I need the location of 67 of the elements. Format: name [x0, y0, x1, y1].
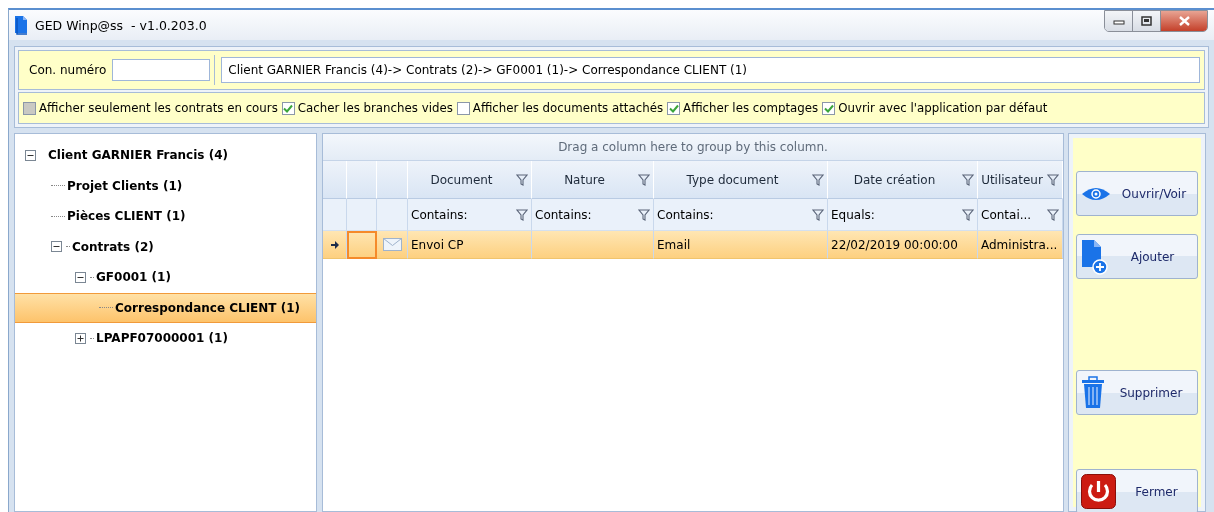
option-checkbox[interactable]: Cacher les branches vides: [281, 101, 453, 115]
table-cell: Email: [657, 237, 691, 252]
table-cell: 22/02/2019 00:00:00: [831, 237, 958, 252]
filter-icon[interactable]: [812, 173, 824, 186]
option-checkbox[interactable]: Afficher les comptages: [667, 101, 819, 115]
filter-cell[interactable]: Equals:: [828, 199, 978, 231]
filter-icon[interactable]: [516, 173, 528, 186]
filter-cell[interactable]: [323, 199, 347, 231]
close-icon: [1177, 15, 1191, 27]
column-header[interactable]: Nature: [532, 161, 654, 199]
tree-item[interactable]: Contrats (2): [15, 231, 316, 262]
breadcrumb-field[interactable]: Client GARNIER Francis (4)-> Contrats (2)-> GF0001 (1)-> Correspondance CLIENT (1): [221, 57, 1200, 83]
table-row[interactable]: Envoi CP Email 22/02/2019 00:00:00 Administra...: [323, 231, 1063, 259]
group-panel-hint: Drag a column here to group by this column.: [323, 134, 1063, 161]
trash-icon: [1081, 376, 1105, 409]
envelope-icon: [382, 238, 402, 251]
filter-cell[interactable]: [377, 199, 408, 231]
window-title: GED Winp@ss - v1.0.203.0: [35, 17, 207, 33]
filter-icon[interactable]: [638, 208, 650, 221]
tree-item[interactable]: GF0001 (1): [15, 262, 316, 293]
action-button[interactable]: Supprimer: [1076, 370, 1198, 415]
minimize-icon: [1112, 17, 1125, 25]
close-button[interactable]: [1161, 11, 1207, 31]
column-header[interactable]: Type document: [654, 161, 828, 199]
tree-item[interactable]: Projet Clients (1): [15, 170, 316, 201]
tree-item[interactable]: Pièces CLIENT (1): [15, 201, 316, 232]
document-plus-icon: [1081, 238, 1108, 275]
collapse-icon[interactable]: [25, 149, 36, 161]
maximize-icon: [1141, 16, 1152, 26]
filter-icon[interactable]: [812, 208, 824, 221]
collapse-icon[interactable]: [75, 271, 86, 283]
column-header[interactable]: Document: [408, 161, 532, 199]
table-cell: Administra...: [981, 237, 1058, 252]
filter-icon[interactable]: [962, 173, 974, 186]
tree-item[interactable]: Correspondance CLIENT (1): [15, 292, 316, 323]
expand-icon[interactable]: [75, 332, 86, 344]
check-icon: [283, 103, 294, 113]
document-icon: [13, 15, 29, 35]
tree-item[interactable]: Client GARNIER Francis (4): [15, 140, 316, 171]
check-icon: [823, 103, 834, 113]
filter-cell[interactable]: Contai...: [978, 199, 1063, 231]
filter-cell[interactable]: [347, 199, 377, 231]
action-button[interactable]: Ouvrir/Voir: [1076, 171, 1198, 216]
filter-cell[interactable]: Contains:: [654, 199, 828, 231]
filter-icon[interactable]: [1047, 208, 1059, 221]
check-icon: [668, 103, 679, 113]
collapse-icon[interactable]: [51, 241, 62, 253]
filter-icon[interactable]: [1047, 173, 1059, 186]
filter-cell[interactable]: Contains:: [408, 199, 532, 231]
column-header[interactable]: Utilisateur: [978, 161, 1063, 199]
option-checkbox[interactable]: Ouvrir avec l'application par défaut: [822, 101, 1048, 115]
filter-icon[interactable]: [962, 208, 974, 221]
tree-item[interactable]: LPAPF07000001 (1): [15, 323, 316, 354]
contract-number-field[interactable]: [112, 59, 211, 81]
field-label: Con. numéro: [29, 63, 107, 77]
filter-icon[interactable]: [516, 208, 528, 221]
table-cell: Envoi CP: [411, 237, 464, 252]
column-header[interactable]: Date création: [828, 161, 978, 199]
action-button[interactable]: Fermer: [1076, 469, 1198, 512]
filter-icon[interactable]: [638, 173, 650, 186]
current-cell[interactable]: [347, 231, 377, 259]
filter-cell[interactable]: Contains:: [532, 199, 654, 231]
power-icon: [1081, 474, 1116, 509]
action-button[interactable]: Ajouter: [1076, 234, 1198, 279]
maximize-button[interactable]: [1133, 11, 1161, 31]
row-pointer-icon: [330, 240, 339, 249]
option-checkbox[interactable]: Afficher les documents attachés: [456, 101, 664, 115]
